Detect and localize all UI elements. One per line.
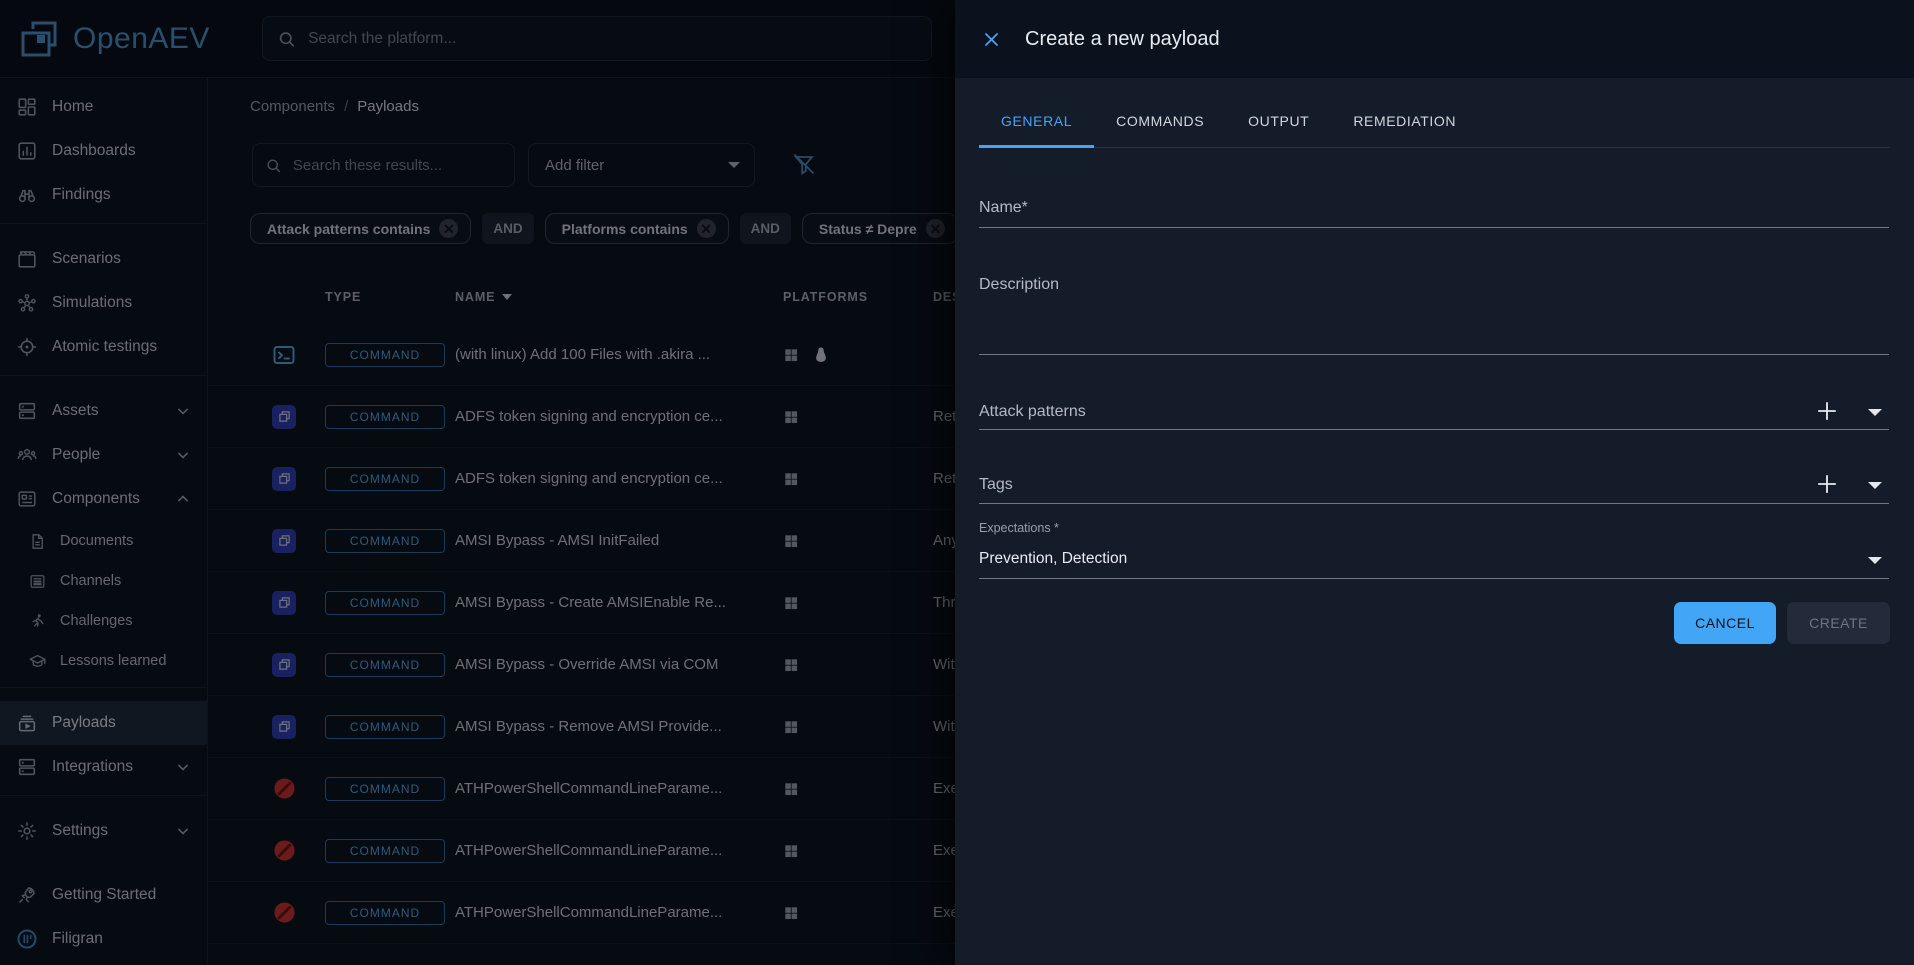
openaev-app: OpenAEV Home Dashboards Findings Scenari… xyxy=(0,0,1914,965)
add-attack-pattern-icon[interactable] xyxy=(1814,398,1840,424)
attack-patterns-field-underline[interactable] xyxy=(979,429,1889,430)
expectations-dropdown-caret-icon[interactable] xyxy=(1868,557,1882,564)
cancel-button[interactable]: CANCEL xyxy=(1674,602,1776,644)
create-payload-drawer: Create a new payload GENERAL COMMANDS OU… xyxy=(955,0,1914,965)
tags-field-label: Tags xyxy=(979,476,1013,494)
expectations-field-value[interactable]: Prevention, Detection xyxy=(979,550,1127,568)
drawer-tabs: GENERAL COMMANDS OUTPUT REMEDIATION xyxy=(979,95,1890,148)
tab-commands[interactable]: COMMANDS xyxy=(1094,95,1226,147)
tags-dropdown-caret-icon[interactable] xyxy=(1868,482,1882,489)
tab-remediation[interactable]: REMEDIATION xyxy=(1331,95,1478,147)
close-icon[interactable] xyxy=(974,22,1008,56)
expectations-field-underline[interactable] xyxy=(979,578,1889,579)
drawer-header: Create a new payload xyxy=(955,0,1914,78)
drawer-title: Create a new payload xyxy=(1025,28,1220,51)
expectations-field-label: Expectations * xyxy=(979,521,1059,535)
create-button[interactable]: CREATE xyxy=(1787,602,1890,644)
tags-field-underline[interactable] xyxy=(979,503,1889,504)
tab-output[interactable]: OUTPUT xyxy=(1226,95,1331,147)
description-field-label: Description xyxy=(979,276,1059,294)
name-field-label: Name* xyxy=(979,199,1028,217)
tab-general[interactable]: GENERAL xyxy=(979,95,1094,147)
description-field-underline[interactable] xyxy=(979,354,1889,355)
attack-patterns-field-label: Attack patterns xyxy=(979,403,1086,421)
attack-patterns-dropdown-caret-icon[interactable] xyxy=(1868,409,1882,416)
name-field-underline[interactable] xyxy=(979,227,1889,228)
add-tag-icon[interactable] xyxy=(1814,471,1840,497)
